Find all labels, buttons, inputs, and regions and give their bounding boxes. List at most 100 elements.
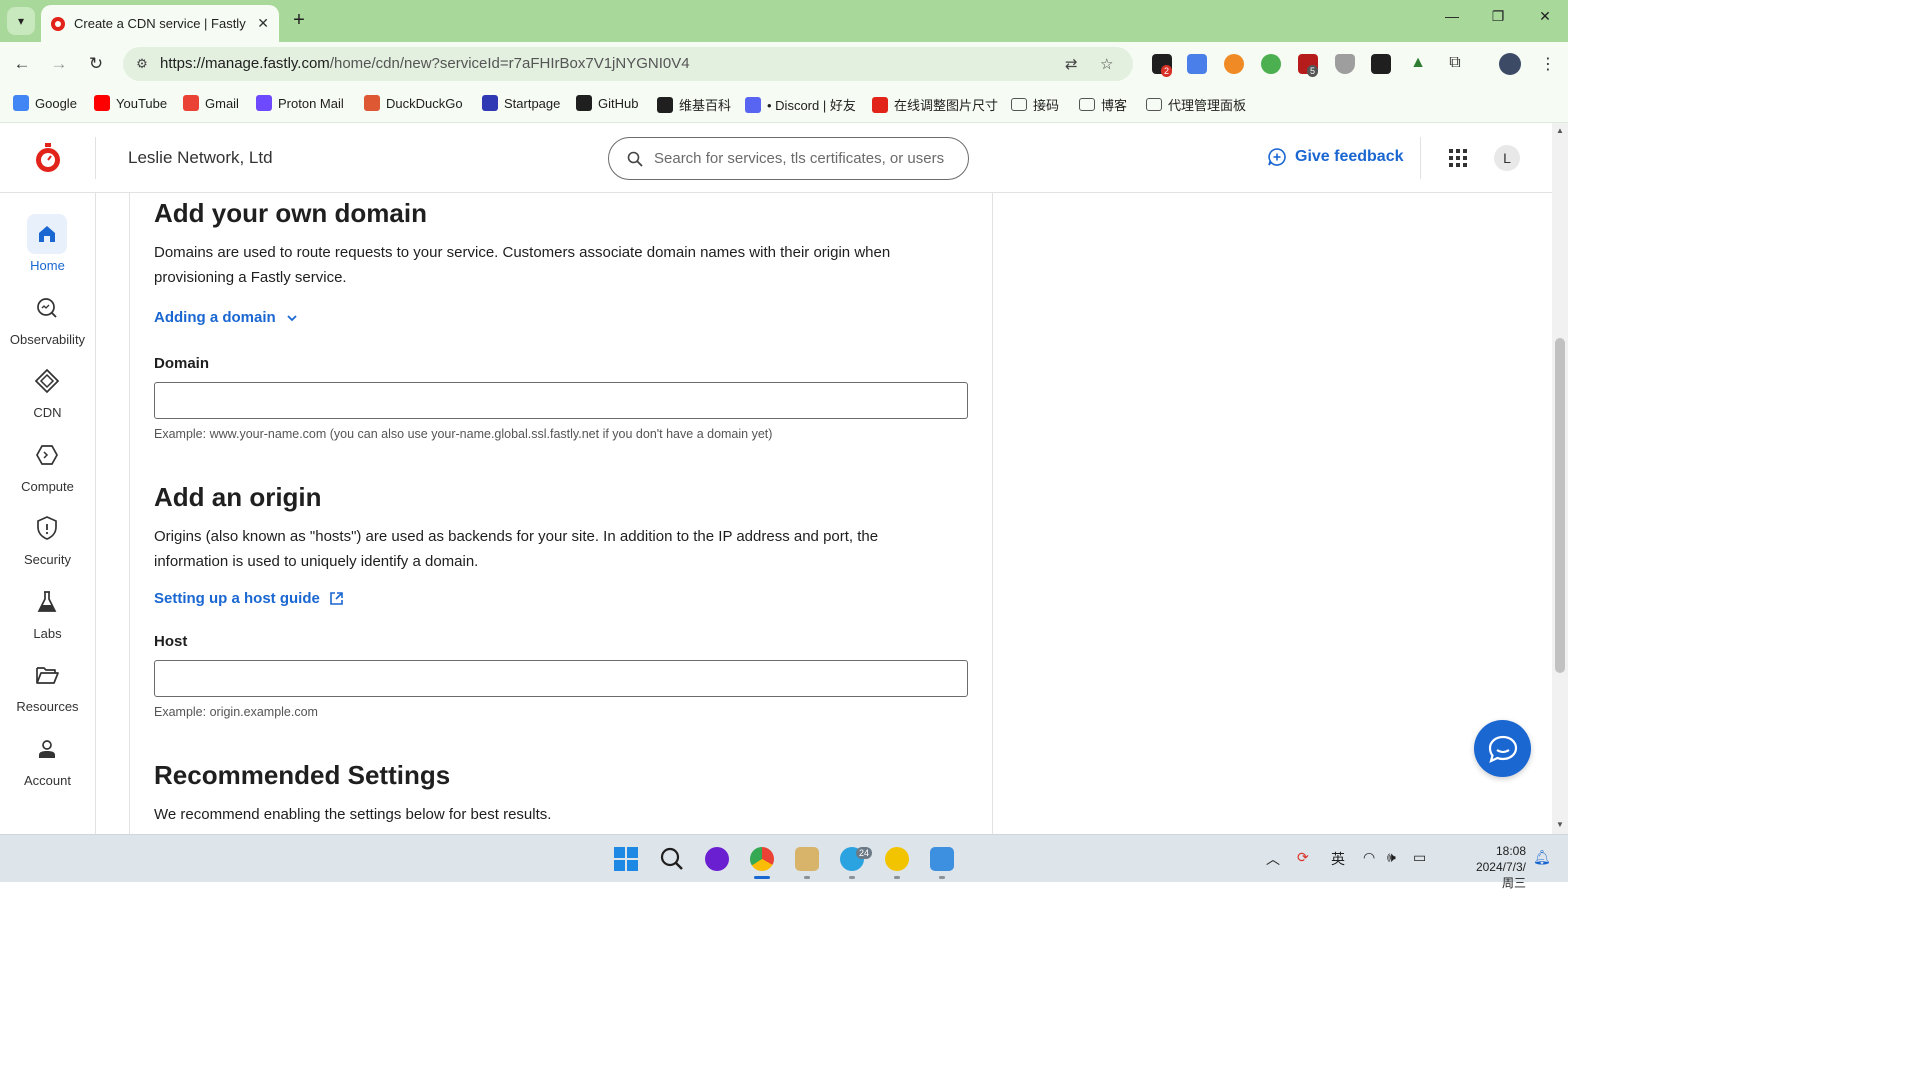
bookmark-star-icon[interactable]: ☆ [1100,55,1113,73]
app-grid-icon[interactable] [1449,149,1467,167]
file-explorer-icon[interactable] [795,847,819,871]
scroll-up-arrow-icon[interactable]: ▲ [1552,126,1568,135]
bookmark-label: 在线调整图片尺寸 [894,98,999,113]
sidebar-item-label: Account [24,773,71,788]
sidebar-item-label: Home [30,258,65,273]
bookmark-item[interactable]: 接码 [1011,95,1059,114]
minimize-button[interactable]: — [1437,8,1467,24]
notification-bell-icon[interactable]: 🔔︎ [1533,849,1551,866]
url-text[interactable]: https://manage.fastly.com/home/cdn/new?s… [160,55,690,72]
sidebar-item-home[interactable]: Home [0,214,95,280]
back-button[interactable]: ← [10,52,34,76]
close-window-button[interactable]: ✕ [1530,8,1560,25]
volume-icon[interactable]: 🕪 [1387,849,1396,866]
sidebar-item-observability[interactable]: Observability [0,288,95,354]
system-clock[interactable]: 18:08 2024/7/3/周三 [1474,843,1526,891]
flask-icon [27,582,67,622]
windows-start-icon[interactable] [614,847,638,871]
domain-input[interactable] [154,382,968,419]
header-divider [1420,137,1421,179]
new-tab-button[interactable]: + [288,9,310,31]
bookmark-item[interactable]: Proton Mail [256,95,344,111]
site-info-icon[interactable]: ⚙ [133,55,151,73]
diamond-icon [27,361,67,401]
app-icon[interactable] [930,847,954,871]
give-feedback-label: Give feedback [1295,148,1404,165]
give-feedback-button[interactable]: Give feedback [1267,147,1404,167]
bookmark-item[interactable]: • Discord | 好友 [745,95,856,114]
bookmark-label: YouTube [116,95,168,111]
sidebar-item-labs[interactable]: Labs [0,582,95,648]
reload-button[interactable]: ↻ [84,52,108,76]
tor-browser-icon[interactable] [705,847,729,871]
battery-icon[interactable]: ▭ [1413,849,1426,866]
domain-hint: Example: www.your-name.com (you can also… [154,427,773,441]
app-icon[interactable] [885,847,909,871]
extension-icon[interactable] [1224,54,1244,74]
clock-date: 2024/7/3/周三 [1475,860,1526,890]
host-guide-label: Setting up a host guide [154,590,320,607]
bookmark-item[interactable]: 代理管理面板 [1146,95,1246,114]
fastly-logo-icon[interactable] [34,143,62,173]
restore-button[interactable]: ❐ [1483,8,1513,25]
sidebar-item-resources[interactable]: Resources [0,655,95,721]
bookmark-item[interactable]: 博客 [1079,95,1127,114]
scroll-down-arrow-icon[interactable]: ▼ [1552,820,1568,829]
adding-a-domain-expander[interactable]: Adding a domain [154,309,297,326]
active-tab[interactable]: Create a CDN service | Fastly ✕ [41,5,279,42]
host-guide-link[interactable]: Setting up a host guide [154,590,343,607]
support-chat-button[interactable] [1474,720,1531,777]
origin-section-description: Origins (also known as "hosts") are used… [154,528,879,570]
host-hint: Example: origin.example.com [154,705,318,719]
bookmark-item[interactable]: 维基百科 [657,95,731,114]
sidebar-item-account[interactable]: Account [0,729,95,795]
bookmark-item[interactable]: YouTube [94,95,167,111]
domain-section-title: Add your own domain [154,198,427,228]
shield-icon [27,508,67,548]
sync-tray-icon[interactable]: ⟳ [1297,849,1309,866]
folder-icon [1146,98,1162,111]
bookmark-label: Startpage [504,95,561,111]
bookmark-item[interactable]: Google [13,95,77,111]
chrome-icon[interactable] [750,847,774,871]
scrollbar-thumb[interactable] [1555,338,1565,673]
sidebar-item-cdn[interactable]: CDN [0,361,95,427]
person-icon [27,729,67,769]
extensions-puzzle-icon[interactable]: ⧉ [1445,54,1465,74]
shield-extension-icon[interactable] [1335,54,1355,74]
profile-avatar[interactable] [1499,53,1521,75]
bookmark-item[interactable]: Startpage [482,95,560,111]
bookmarks-bar: Google YouTube Gmail Proton Mail DuckDuckGo S… [0,86,1568,123]
extension-icon[interactable] [1371,54,1391,74]
host-input[interactable] [154,660,968,697]
extension-icon[interactable]: ▲ [1408,54,1428,74]
translate-extension-icon[interactable] [1187,54,1207,74]
tab-strip: ▾ Create a CDN service | Fastly ✕ + — ❐ … [0,0,1568,42]
bookmark-item[interactable]: 在线调整图片尺寸 [872,95,998,114]
close-tab-icon[interactable]: ✕ [257,15,269,32]
tray-overflow-chevron-icon[interactable]: ︿ [1266,849,1280,869]
bookmark-item[interactable]: DuckDuckGo [364,95,463,111]
bookmark-favicon-icon [13,95,29,111]
sidebar-item-security[interactable]: Security [0,508,95,574]
translate-icon[interactable]: ⇄ [1065,55,1078,73]
tab-search-button[interactable]: ▾ [7,7,35,35]
wifi-icon[interactable]: ◠ [1363,849,1375,866]
bookmark-favicon-icon [657,96,673,113]
extension-icon[interactable] [1261,54,1281,74]
address-bar[interactable]: ⚙ https://manage.fastly.com/home/cdn/new… [123,47,1133,81]
taskbar-search-icon[interactable] [660,847,684,871]
ime-indicator[interactable]: 英 [1331,849,1345,869]
org-name[interactable]: Leslie Network, Ltd [128,148,273,168]
bookmark-item[interactable]: Gmail [183,95,239,111]
global-search[interactable] [608,137,969,180]
menu-kebab-icon[interactable]: ⋮ [1538,54,1558,74]
user-avatar[interactable]: L [1494,145,1520,171]
page-scrollbar[interactable]: ▲ ▼ [1552,123,1568,834]
url-path: /home/cdn/new?serviceId=r7aFHIrBox7V1jNY… [329,55,690,72]
forward-button[interactable]: → [47,52,71,76]
sidebar-item-compute[interactable]: Compute [0,435,95,501]
adding-a-domain-label: Adding a domain [154,309,276,326]
bookmark-item[interactable]: GitHub [576,95,638,111]
search-input[interactable] [654,140,959,177]
